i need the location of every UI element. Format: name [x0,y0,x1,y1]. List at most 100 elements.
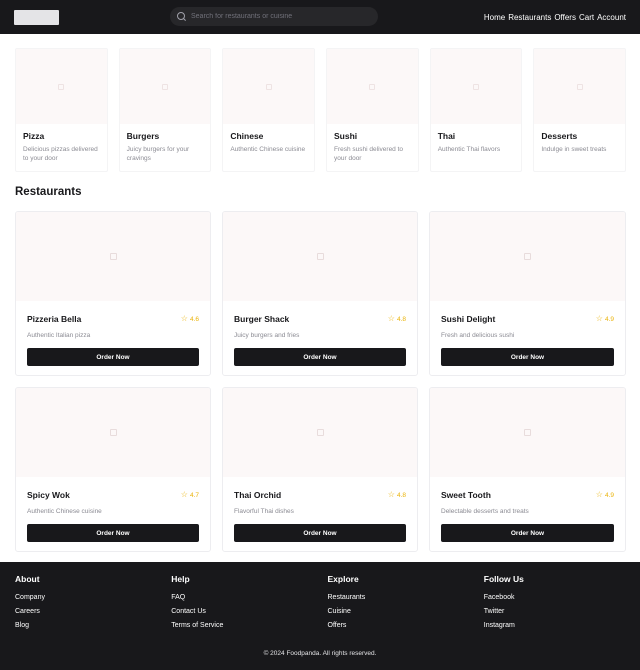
category-description: Indulge in sweet treats [541,146,607,153]
category-description: Fresh sushi delivered to your door [334,146,404,162]
image-placeholder-icon [369,83,376,90]
restaurant-card: Sushi Delight ☆ 4.9 Fresh and delicious su… [429,211,626,376]
restaurant-card: Spicy Wok ☆ 4.7 Authentic Chinese cuisine … [15,387,211,552]
image-placeholder-icon [109,429,117,436]
rating-value: 4.8 [396,491,406,499]
search-icon [177,11,187,22]
footer-link-instagram[interactable]: Instagram [484,622,640,629]
copyright: © 2024 Foodpanda. All rights reserved. [263,650,377,657]
search-input[interactable] [191,13,361,20]
restaurant-name: Spicy Wok [27,490,70,500]
footer-heading: Explore [327,574,359,584]
footer-link-restaurants[interactable]: Restaurants [328,594,484,601]
nav-cart[interactable]: Cart [579,13,594,22]
order-now-button[interactable]: Order Now [441,524,614,542]
category-card-thai[interactable]: Thai Authentic Thai flavors [429,48,523,172]
main-nav: Home Restaurants Offers Cart Account [484,13,626,22]
category-card-sushi[interactable]: Sushi Fresh sushi delivered to your door [326,48,419,172]
rating-value: 4.6 [189,315,199,323]
category-image [223,49,315,124]
order-now-button[interactable]: Order Now [234,524,406,542]
footer-column-help: Help FAQ Contact Us Terms of Service [171,574,327,636]
footer-link-cuisine[interactable]: Cuisine [328,608,484,615]
order-now-button[interactable]: Order Now [234,348,406,366]
category-title: Sushi [334,131,358,141]
image-placeholder-icon [524,253,531,260]
restaurant-description: Authentic Italian pizza [27,332,91,339]
site-header: Home Restaurants Offers Cart Account [0,0,640,34]
star-icon: ☆ [387,490,395,499]
image-placeholder-icon [473,83,480,90]
footer-link-facebook[interactable]: Facebook [484,594,640,601]
image-placeholder-icon [576,83,583,90]
order-now-button[interactable]: Order Now [441,348,614,366]
category-image [119,49,211,124]
footer-link-twitter[interactable]: Twitter [484,608,640,615]
footer-heading: Help [171,574,190,584]
footer-link-terms[interactable]: Terms of Service [171,622,327,629]
category-image [430,49,522,124]
footer-heading: Follow Us [483,574,524,584]
category-title: Pizza [23,131,45,141]
restaurant-image [223,212,417,301]
restaurant-card: Pizzeria Bella ☆ 4.6 Authentic Italian piz… [15,211,211,376]
nav-home[interactable]: Home [484,13,505,22]
image-placeholder-icon [265,83,272,90]
star-icon: ☆ [595,314,603,323]
star-icon: ☆ [180,314,188,323]
restaurant-grid: Pizzeria Bella ☆ 4.6 Authentic Italian piz… [0,204,640,552]
rating: ☆ 4.8 [388,491,406,499]
image-placeholder-icon [316,429,324,436]
footer-column-explore: Explore Restaurants Cuisine Offers [328,574,484,636]
category-description: Juicy burgers for your cravings [126,146,190,162]
rating-value: 4.9 [604,315,614,323]
category-title: Burgers [126,131,160,141]
category-image [534,49,626,124]
rating-value: 4.8 [396,315,406,323]
category-card-chinese[interactable]: Chinese Authentic Chinese cuisine [222,48,316,172]
footer-link-offers[interactable]: Offers [328,622,484,629]
category-card-burgers[interactable]: Burgers Juicy burgers for your cravings [118,48,212,172]
restaurant-name: Burger Shack [234,314,290,324]
image-placeholder-icon [524,429,531,436]
image-placeholder-icon [162,83,168,90]
rating: ☆ 4.8 [388,315,406,323]
footer-link-blog[interactable]: Blog [15,622,171,629]
nav-offers[interactable]: Offers [554,13,576,22]
order-now-button[interactable]: Order Now [27,524,199,542]
restaurant-description: Authentic Chinese cuisine [27,508,102,515]
restaurant-image [16,212,210,301]
category-list: Pizza Delicious pizzas delivered to your … [0,34,640,172]
restaurant-description: Fresh and delicious sushi [441,332,515,339]
star-icon: ☆ [595,490,603,499]
category-description: Delicious pizzas delivered to your door [23,146,98,162]
restaurant-image [223,388,417,477]
restaurant-name: Pizzeria Bella [27,314,82,324]
footer-column-follow: Follow Us Facebook Twitter Instagram [484,574,640,636]
nav-restaurants[interactable]: Restaurants [508,13,551,22]
category-description: Authentic Thai flavors [437,146,501,153]
image-placeholder-icon [109,253,117,260]
footer-heading: About [15,574,40,584]
category-card-pizza[interactable]: Pizza Delicious pizzas delivered to your … [15,48,108,172]
footer-link-company[interactable]: Company [15,594,171,601]
logo[interactable] [14,9,59,25]
footer-link-faq[interactable]: FAQ [171,594,327,601]
category-description: Authentic Chinese cuisine [230,146,306,153]
restaurant-card: Sweet Tooth ☆ 4.9 Delectable desserts and … [429,387,626,552]
rating: ☆ 4.9 [596,491,614,499]
restaurant-card: Burger Shack ☆ 4.8 Juicy burgers and fries… [222,211,418,376]
restaurant-image [16,388,210,477]
order-now-button[interactable]: Order Now [27,348,199,366]
search-bar[interactable] [170,7,378,26]
category-card-desserts[interactable]: Desserts Indulge in sweet treats [533,48,627,172]
footer-link-careers[interactable]: Careers [15,608,171,615]
nav-account[interactable]: Account [597,13,626,22]
footer-link-contact[interactable]: Contact Us [171,608,327,615]
rating: ☆ 4.9 [596,315,614,323]
image-placeholder-icon [316,253,324,260]
footer-column-about: About Company Careers Blog [15,574,171,636]
category-image [16,49,107,124]
category-title: Thai [437,131,456,141]
category-title: Desserts [541,131,578,141]
